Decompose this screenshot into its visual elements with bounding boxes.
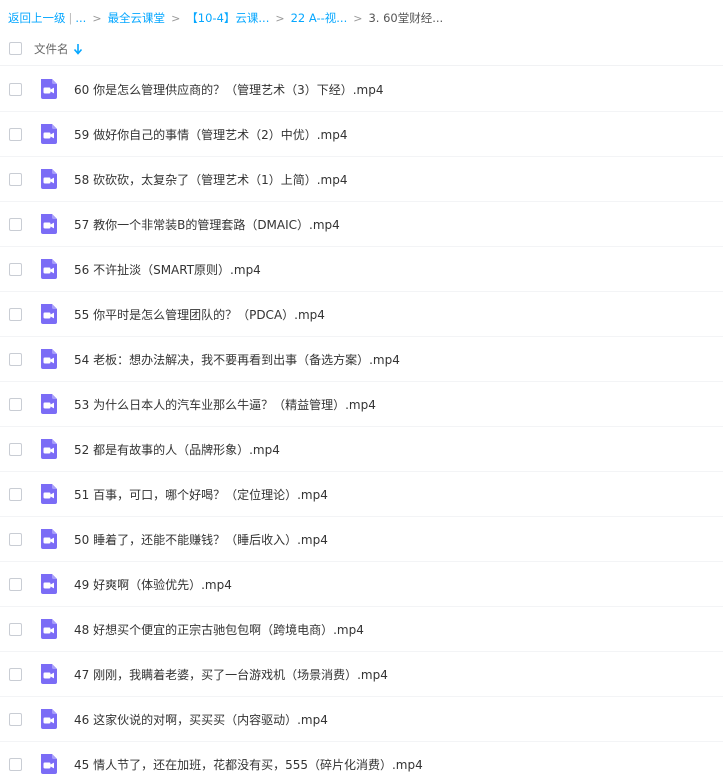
chevron-right-icon: > xyxy=(92,11,102,25)
video-file-icon xyxy=(41,754,57,774)
filename-column-header[interactable]: 文件名 xyxy=(34,41,69,57)
breadcrumb-current: 3. 60堂财经... xyxy=(368,11,444,25)
file-row[interactable]: 51 百事，可口，哪个好喝？（定位理论）.mp4 xyxy=(0,472,723,517)
file-name[interactable]: 60 你是怎么管理供应商的？（管理艺术（3）下经）.mp4 xyxy=(74,81,383,98)
video-file-icon xyxy=(41,394,57,414)
chevron-right-icon: > xyxy=(353,11,363,25)
file-name[interactable]: 50 睡着了，还能不能赚钱？（睡后收入）.mp4 xyxy=(74,531,328,548)
file-row[interactable]: 46 这家伙说的对啊，买买买（内容驱动）.mp4 xyxy=(0,697,723,742)
row-checkbox[interactable] xyxy=(9,487,22,501)
file-name[interactable]: 49 好爽啊（体验优先）.mp4 xyxy=(74,576,232,593)
row-checkbox[interactable] xyxy=(9,262,22,276)
back-link[interactable]: 返回上一级 xyxy=(8,10,66,26)
breadcrumb-ellipsis[interactable]: ... xyxy=(75,11,86,25)
file-row[interactable]: 47 刚刚，我瞒着老婆，买了一台游戏机（场景消费）.mp4 xyxy=(0,652,723,697)
video-file-icon xyxy=(41,574,57,594)
file-row[interactable]: 52 都是有故事的人（品牌形象）.mp4 xyxy=(0,427,723,472)
file-name[interactable]: 54 老板：想办法解决，我不要再看到出事（备选方案）.mp4 xyxy=(74,351,400,368)
video-file-icon xyxy=(41,439,57,459)
breadcrumb-item[interactable]: 最全云课堂 xyxy=(108,10,166,26)
file-name[interactable]: 56 不许扯淡（SMART原则）.mp4 xyxy=(74,261,261,278)
file-row[interactable]: 48 好想买个便宜的正宗古驰包包啊（跨境电商）.mp4 xyxy=(0,607,723,652)
breadcrumb-divider: | xyxy=(68,11,73,25)
chevron-right-icon: > xyxy=(171,11,181,25)
video-file-icon xyxy=(41,709,57,729)
row-checkbox[interactable] xyxy=(9,577,22,591)
row-checkbox[interactable] xyxy=(9,217,22,231)
row-checkbox[interactable] xyxy=(9,82,22,96)
video-file-icon xyxy=(41,304,57,324)
file-name[interactable]: 55 你平时是怎么管理团队的？（PDCA）.mp4 xyxy=(74,306,325,323)
row-checkbox[interactable] xyxy=(9,352,22,366)
file-row[interactable]: 53 为什么日本人的汽车业那么牛逼？（精益管理）.mp4 xyxy=(0,382,723,427)
file-name[interactable]: 51 百事，可口，哪个好喝？（定位理论）.mp4 xyxy=(74,486,328,503)
chevron-right-icon: > xyxy=(275,11,285,25)
video-file-icon xyxy=(41,619,57,639)
file-row[interactable]: 59 做好你自己的事情（管理艺术（2）中优）.mp4 xyxy=(0,112,723,157)
file-row[interactable]: 56 不许扯淡（SMART原则）.mp4 xyxy=(0,247,723,292)
video-file-icon xyxy=(41,664,57,684)
file-list-header: 文件名 xyxy=(0,32,723,66)
file-name[interactable]: 58 砍砍砍，太复杂了（管理艺术（1）上简）.mp4 xyxy=(74,171,347,188)
file-list: 60 你是怎么管理供应商的？（管理艺术（3）下经）.mp4 59 做好你自己的事情… xyxy=(0,67,723,781)
file-row[interactable]: 57 教你一个非常装B的管理套路（DMAIC）.mp4 xyxy=(0,202,723,247)
video-file-icon xyxy=(41,529,57,549)
video-file-icon xyxy=(41,484,57,504)
video-file-icon xyxy=(41,259,57,279)
breadcrumb: 返回上一级 | ... > 最全云课堂 > 【10-4】云课... > 22 A… xyxy=(8,10,443,26)
row-checkbox[interactable] xyxy=(9,307,22,321)
select-all-checkbox[interactable] xyxy=(9,42,22,55)
file-row[interactable]: 55 你平时是怎么管理团队的？（PDCA）.mp4 xyxy=(0,292,723,337)
video-file-icon xyxy=(41,169,57,189)
file-row[interactable]: 45 情人节了，还在加班，花都没有买，555（碎片化消费）.mp4 xyxy=(0,742,723,781)
file-name[interactable]: 52 都是有故事的人（品牌形象）.mp4 xyxy=(74,441,280,458)
file-name[interactable]: 45 情人节了，还在加班，花都没有买，555（碎片化消费）.mp4 xyxy=(74,756,423,773)
row-checkbox[interactable] xyxy=(9,127,22,141)
file-name[interactable]: 53 为什么日本人的汽车业那么牛逼？（精益管理）.mp4 xyxy=(74,396,376,413)
file-row[interactable]: 49 好爽啊（体验优先）.mp4 xyxy=(0,562,723,607)
video-file-icon xyxy=(41,214,57,234)
row-checkbox[interactable] xyxy=(9,667,22,681)
video-file-icon xyxy=(41,124,57,144)
file-name[interactable]: 47 刚刚，我瞒着老婆，买了一台游戏机（场景消费）.mp4 xyxy=(74,666,388,683)
row-checkbox[interactable] xyxy=(9,442,22,456)
breadcrumb-item[interactable]: 【10-4】云课... xyxy=(186,10,269,26)
video-file-icon xyxy=(41,79,57,99)
row-checkbox[interactable] xyxy=(9,397,22,411)
file-row[interactable]: 50 睡着了，还能不能赚钱？（睡后收入）.mp4 xyxy=(0,517,723,562)
file-name[interactable]: 59 做好你自己的事情（管理艺术（2）中优）.mp4 xyxy=(74,126,347,143)
row-checkbox[interactable] xyxy=(9,757,22,771)
breadcrumb-item[interactable]: 22 A--视... xyxy=(291,10,348,26)
file-name[interactable]: 48 好想买个便宜的正宗古驰包包啊（跨境电商）.mp4 xyxy=(74,621,364,638)
file-row[interactable]: 54 老板：想办法解决，我不要再看到出事（备选方案）.mp4 xyxy=(0,337,723,382)
row-checkbox[interactable] xyxy=(9,172,22,186)
arrow-down-icon[interactable] xyxy=(73,43,83,55)
row-checkbox[interactable] xyxy=(9,622,22,636)
file-row[interactable]: 58 砍砍砍，太复杂了（管理艺术（1）上简）.mp4 xyxy=(0,157,723,202)
row-checkbox[interactable] xyxy=(9,532,22,546)
row-checkbox[interactable] xyxy=(9,712,22,726)
file-name[interactable]: 57 教你一个非常装B的管理套路（DMAIC）.mp4 xyxy=(74,216,340,233)
file-row[interactable]: 60 你是怎么管理供应商的？（管理艺术（3）下经）.mp4 xyxy=(0,67,723,112)
file-name[interactable]: 46 这家伙说的对啊，买买买（内容驱动）.mp4 xyxy=(74,711,328,728)
video-file-icon xyxy=(41,349,57,369)
